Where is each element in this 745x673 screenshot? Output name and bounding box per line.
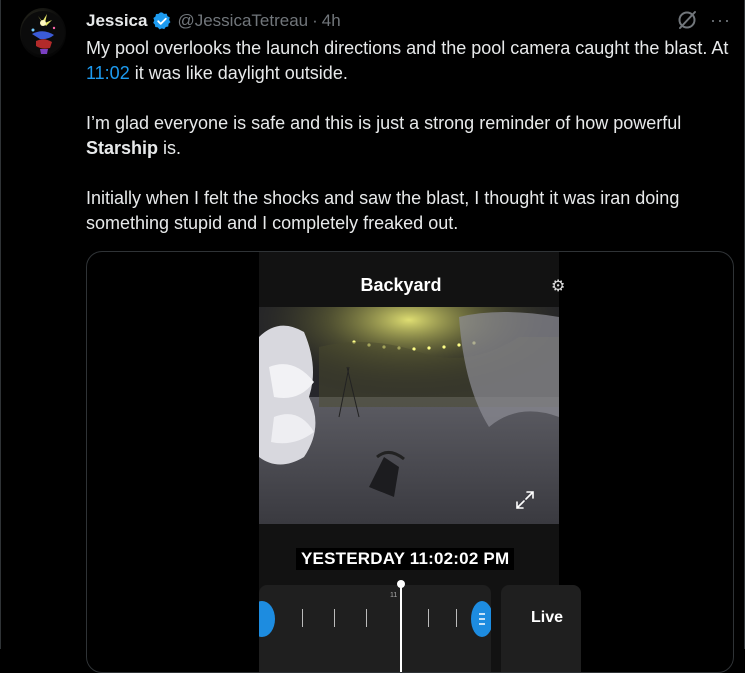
- tweet-header: Jessica @JessicaTetreau · 4h: [86, 9, 341, 33]
- author-handle[interactable]: @JessicaTetreau: [177, 11, 308, 31]
- timeline-right-handle[interactable]: [471, 601, 491, 637]
- live-label: Live: [531, 609, 564, 626]
- tweet-text: My pool overlooks the launch directions …: [86, 36, 736, 235]
- recording-timestamp: YESTERDAY 11:02:02 PM: [296, 548, 515, 570]
- p1-text-start: My pool overlooks the launch directions …: [86, 38, 729, 58]
- grok-icon[interactable]: [676, 9, 698, 31]
- header-separator: ·: [312, 11, 318, 30]
- timeline-tick: [456, 609, 457, 627]
- author-name[interactable]: Jessica: [86, 11, 147, 31]
- p2-text-start: I’m glad everyone is safe and this is ju…: [86, 113, 682, 133]
- paragraph-2: I’m glad everyone is safe and this is ju…: [86, 111, 736, 160]
- phone-screen-recording: Backyard ⚙ YESTERDAY 11:02:02 PM 11 Live: [259, 252, 581, 672]
- paragraph-1: My pool overlooks the launch directions …: [86, 36, 736, 85]
- playhead[interactable]: [400, 584, 402, 672]
- timeline-tick: [302, 609, 303, 627]
- timeline-tick: [366, 609, 367, 627]
- more-icon[interactable]: ···: [710, 11, 732, 31]
- tweet-timestamp[interactable]: 4h: [322, 11, 341, 31]
- avatar[interactable]: [20, 8, 66, 58]
- timeline-left-handle[interactable]: [259, 601, 275, 637]
- timestamp-link[interactable]: 11:02: [86, 63, 130, 83]
- bold-text: Starship: [86, 137, 159, 158]
- paragraph-3: Initially when I felt the shocks and saw…: [86, 188, 680, 233]
- timeline-scrubber[interactable]: [259, 585, 491, 672]
- left-border: [0, 0, 1, 649]
- timeline-tick: [428, 609, 429, 627]
- camera-title: Backyard: [360, 275, 442, 295]
- timeline-hour-label: 11: [390, 592, 398, 599]
- expand-icon[interactable]: [515, 490, 535, 510]
- timeline-tick: [334, 609, 335, 627]
- gear-icon: ⚙: [551, 278, 566, 295]
- p1-text-end: it was like daylight outside.: [129, 62, 348, 83]
- live-button[interactable]: Live: [501, 585, 581, 672]
- video-media[interactable]: Backyard ⚙ YESTERDAY 11:02:02 PM 11 Live: [86, 251, 734, 673]
- camera-feed: [259, 307, 559, 524]
- verified-badge-icon[interactable]: [152, 11, 172, 31]
- p2-text-end: is.: [158, 137, 182, 158]
